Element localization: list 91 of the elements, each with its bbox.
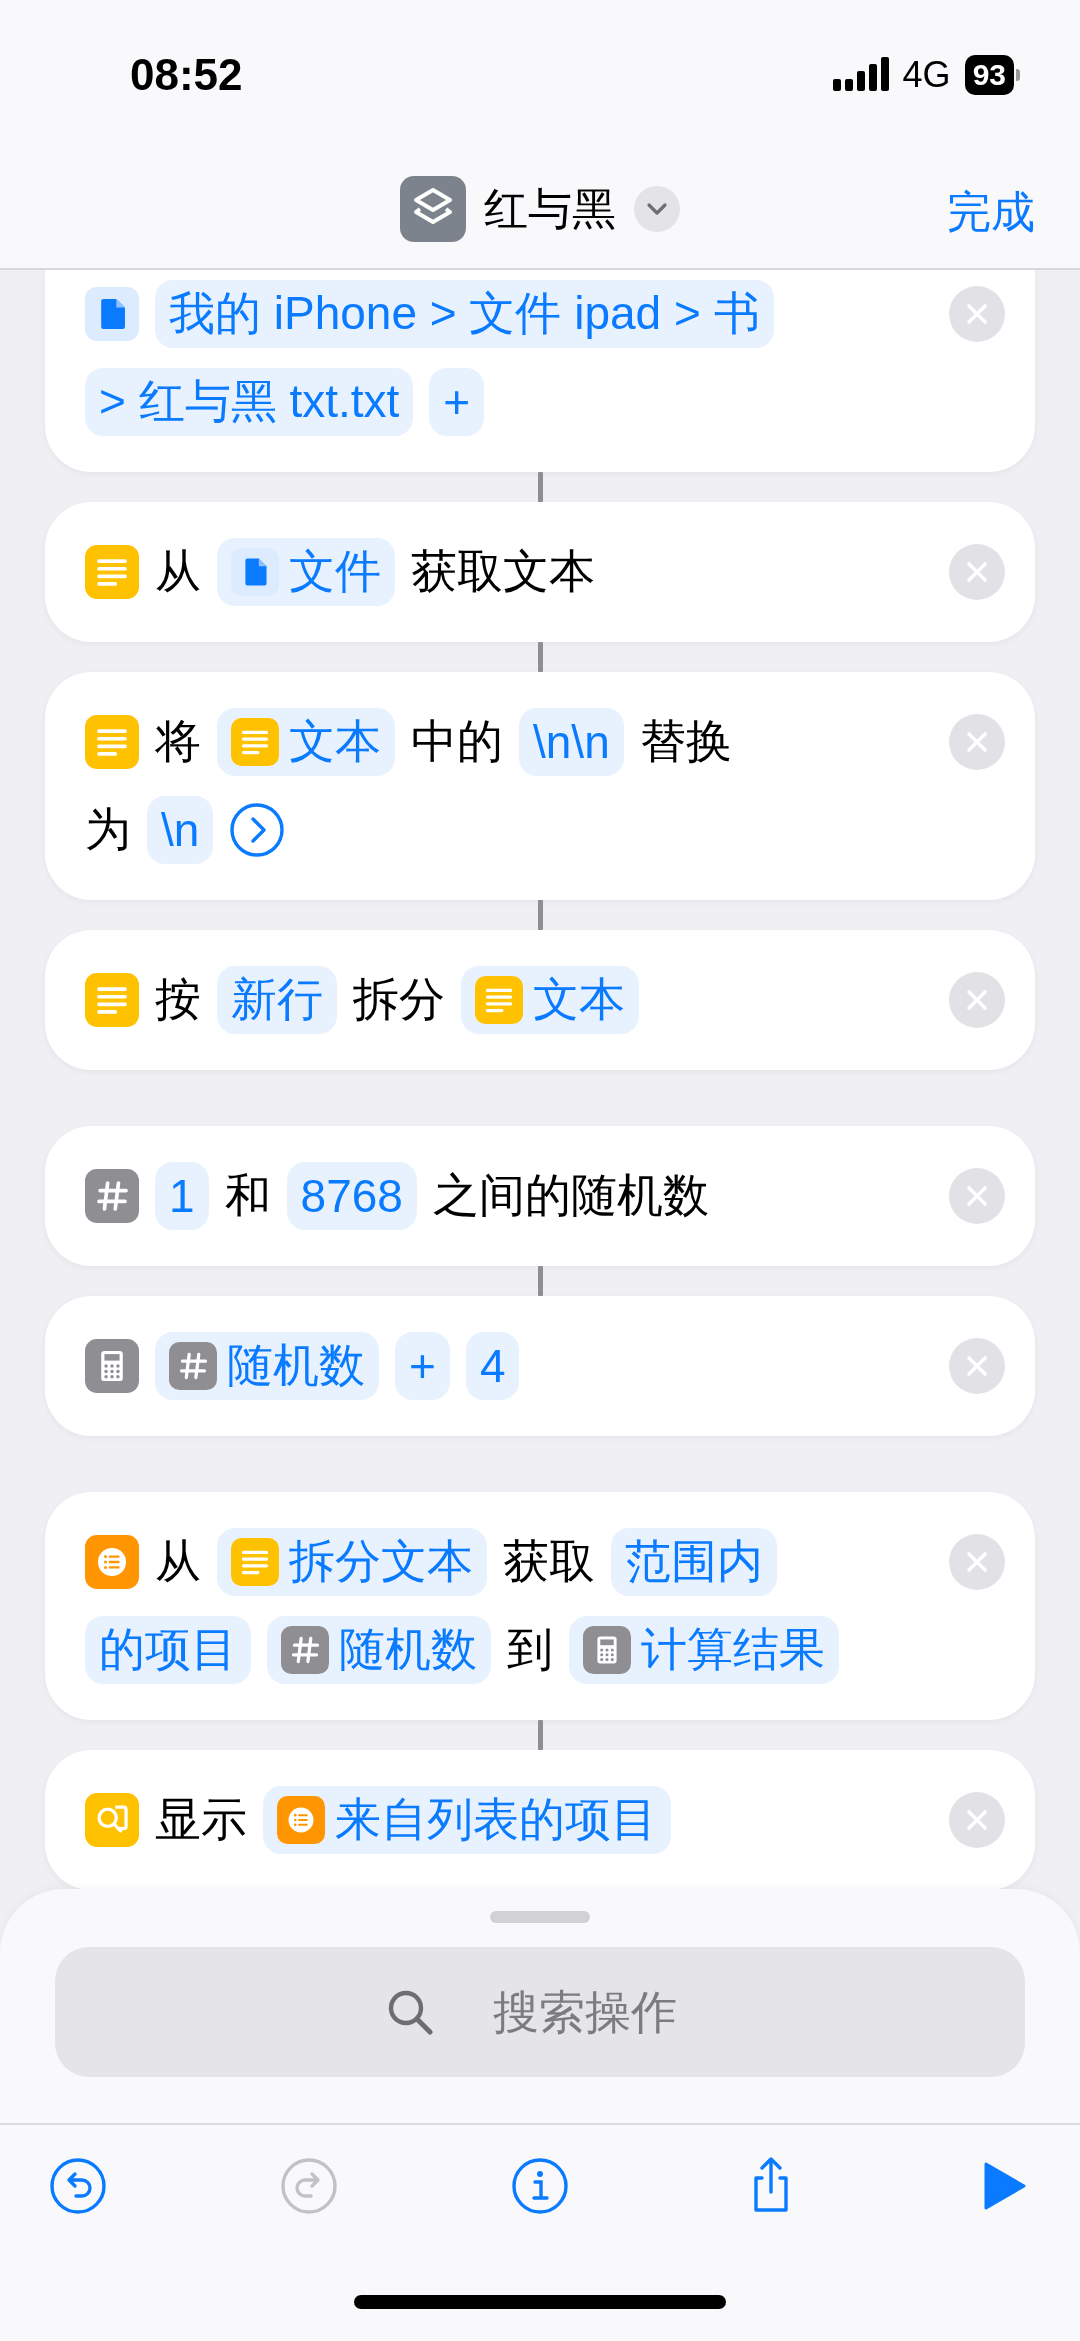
action-card[interactable]: 从 文件 获取文本 (45, 502, 1035, 642)
text-lines-icon (85, 715, 139, 769)
text-lines-icon (85, 973, 139, 1027)
close-icon (965, 1184, 989, 1208)
undo-icon (48, 2156, 108, 2216)
close-icon (965, 560, 989, 584)
parameter-token[interactable]: 随机数 (267, 1616, 491, 1684)
remove-button[interactable] (949, 544, 1005, 600)
parameter-token[interactable]: 文件 (217, 538, 395, 606)
action-label: 从 (155, 544, 201, 599)
action-label: 为 (85, 802, 131, 857)
parameter-token[interactable]: 4 (465, 1332, 520, 1400)
layers-icon (400, 176, 466, 242)
text-lines-icon (231, 718, 279, 766)
action-label: 显示 (155, 1792, 247, 1847)
close-icon (965, 302, 989, 326)
action-label: 获取 (503, 1534, 595, 1589)
action-label: 之间的随机数 (432, 1168, 709, 1223)
parameter-token[interactable]: + (395, 1332, 450, 1400)
parameter-token[interactable]: 新行 (217, 966, 337, 1034)
document-icon (85, 287, 139, 341)
action-label: 拆分 (353, 972, 445, 1027)
action-card[interactable]: 1 和 8768 之间的随机数 (45, 1126, 1035, 1266)
search-field[interactable]: 搜索操作 (55, 1947, 1025, 2077)
parameter-token[interactable]: \n (147, 796, 214, 864)
action-label: 和 (224, 1168, 271, 1223)
remove-button[interactable] (949, 714, 1005, 770)
chevron-down-icon (646, 202, 668, 216)
action-card[interactable]: 按 新行 拆分 文本 (45, 930, 1035, 1070)
network-label: 4G (902, 54, 951, 96)
text-lines-icon (85, 545, 139, 599)
close-icon (965, 1808, 989, 1832)
remove-button[interactable] (949, 1338, 1005, 1394)
info-icon (510, 2156, 570, 2216)
parameter-token[interactable]: + (429, 368, 485, 436)
calculator-icon (583, 1626, 631, 1674)
shortcut-title: 红与黑 (484, 182, 616, 235)
action-card[interactable]: 将 文本 中的 \n\n 替换 为 \n (45, 672, 1035, 900)
parameter-token[interactable]: 文本 (461, 966, 639, 1034)
sheet-handle[interactable] (490, 1911, 590, 1923)
parameter-token[interactable]: 来自列表的项目 (263, 1786, 671, 1854)
action-label: 获取文本 (411, 544, 595, 599)
action-label: 将 (155, 714, 201, 769)
parameter-token[interactable]: > 红与黑 txt.txt (85, 368, 414, 436)
expand-button[interactable] (229, 802, 286, 858)
done-button[interactable]: 完成 (947, 183, 1035, 242)
text-lines-icon (475, 976, 523, 1024)
action-label: 按 (155, 972, 201, 1027)
parameter-token[interactable]: 1 (155, 1162, 209, 1230)
hash-icon (85, 1169, 139, 1223)
list-icon (85, 1535, 139, 1589)
close-icon (965, 1354, 989, 1378)
parameter-token[interactable]: 的项目 (85, 1616, 251, 1684)
calculator-icon (85, 1339, 139, 1393)
hash-icon (169, 1342, 217, 1390)
list-icon (277, 1796, 325, 1844)
action-label: 到 (507, 1622, 553, 1677)
text-lines-icon (231, 1538, 279, 1586)
info-button[interactable] (510, 2156, 570, 2216)
action-label: 从 (155, 1534, 201, 1589)
action-card[interactable]: 随机数 + 4 (45, 1296, 1035, 1436)
dropdown-button[interactable] (634, 186, 680, 232)
magnifier-icon (85, 1793, 139, 1847)
remove-button[interactable] (949, 972, 1005, 1028)
action-card[interactable]: 显示 来自列表的项目 (45, 1750, 1035, 1889)
parameter-token[interactable]: 文本 (217, 708, 395, 776)
parameter-token[interactable]: 8768 (286, 1162, 417, 1230)
chevron-right-circle-icon (229, 802, 286, 858)
parameter-token[interactable]: 拆分文本 (217, 1528, 487, 1596)
action-label: 中的 (411, 714, 503, 769)
signal-icon (832, 57, 889, 93)
remove-button[interactable] (949, 286, 1005, 342)
remove-button[interactable] (949, 1792, 1005, 1848)
action-card[interactable]: 我的 iPhone > 文件 ipad > 书 > 红与黑 txt.txt + (45, 270, 1035, 472)
close-icon (965, 1550, 989, 1574)
redo-icon (279, 2156, 339, 2216)
undo-button[interactable] (48, 2156, 108, 2216)
remove-button[interactable] (949, 1534, 1005, 1590)
document-icon (231, 548, 279, 596)
close-icon (965, 730, 989, 754)
clock: 08:52 (130, 50, 243, 100)
parameter-token[interactable]: 范围内 (611, 1528, 777, 1596)
parameter-token[interactable]: 随机数 (155, 1332, 379, 1400)
close-icon (965, 988, 989, 1012)
parameter-token[interactable]: \n\n (519, 708, 624, 776)
hash-icon (281, 1626, 329, 1674)
parameter-token[interactable]: 计算结果 (569, 1616, 839, 1684)
action-card[interactable]: 从 拆分文本 获取 范围内 的项目 随机数 到 计算结果 (45, 1492, 1035, 1720)
parameter-token[interactable]: 我的 iPhone > 文件 ipad > 书 (155, 280, 774, 348)
action-label: 替换 (639, 714, 732, 769)
remove-button[interactable] (949, 1168, 1005, 1224)
